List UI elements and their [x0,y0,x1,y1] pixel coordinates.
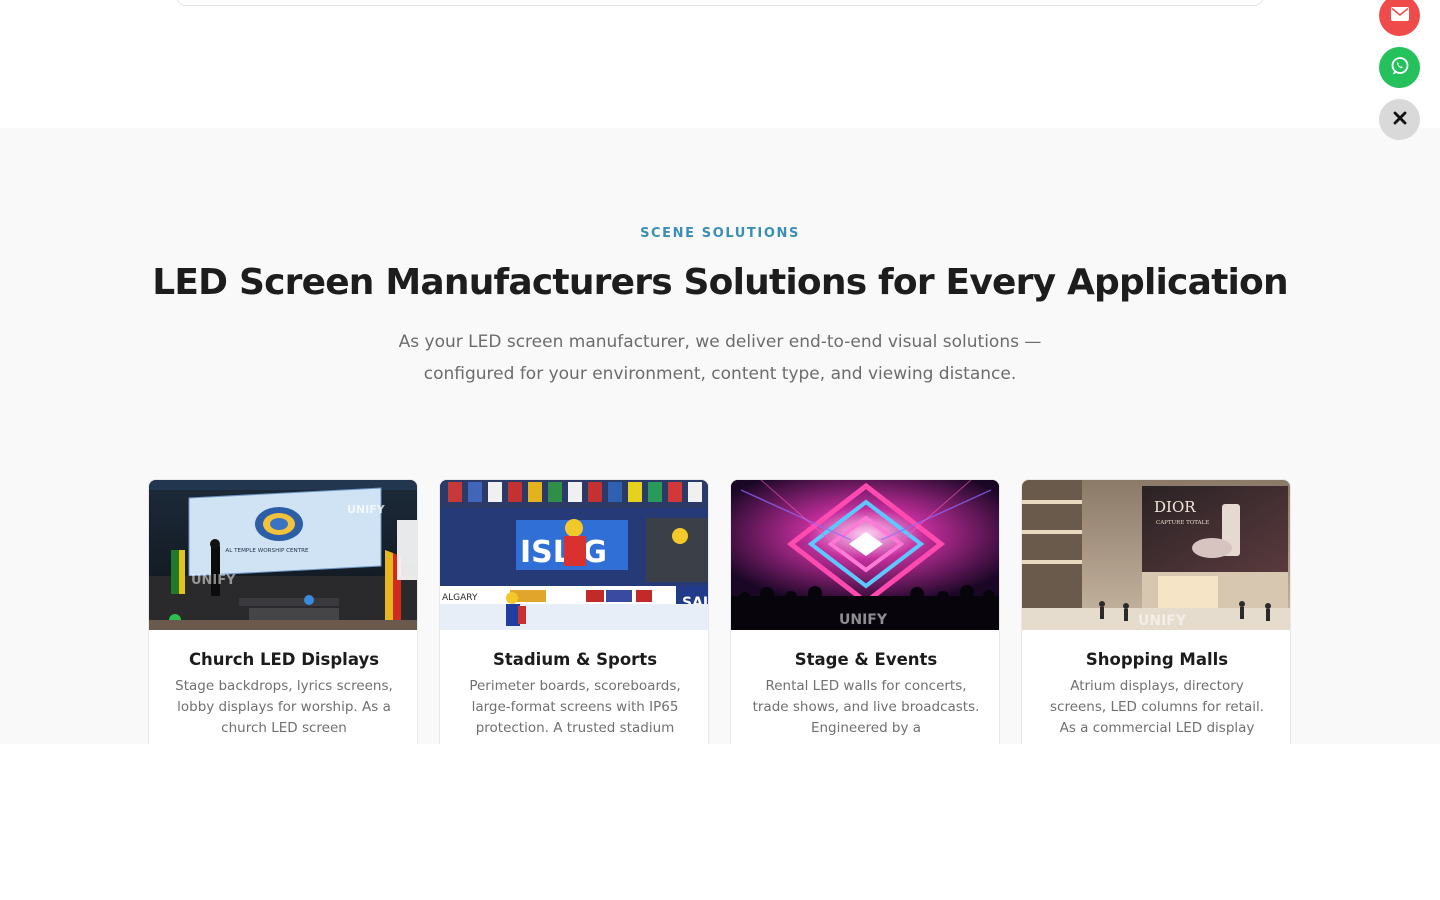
ice-rink-photo: ISL G ALGARY SAI [440,480,708,630]
previous-card-edge [176,0,1264,6]
section-title: LED Screen Manufacturers Solutions for E… [152,262,1288,303]
close-button[interactable] [1379,99,1420,140]
card-title: Stadium & Sports [492,650,658,669]
below-fold-area [0,744,1440,900]
mall-atrium-photo: DIOR CAPTURE TOTALE UNIFY [1022,480,1290,630]
scene-solutions-section: SCENE SOLUTIONS LED Screen Manufacturers… [0,128,1440,744]
mall-screen-subcaption: CAPTURE TOTALE [1156,520,1209,526]
card-description: Atrium displays, directory screens, LED … [1049,678,1265,736]
section-eyebrow: SCENE SOLUTIONS [640,226,800,241]
solution-card-church[interactable]: AL TEMPLE WORSHIP CENTRE UNIFY UNIFY Chu… [148,479,418,744]
card-description: Stage backdrops, lyrics screens, lobby d… [175,678,393,736]
stadium-banner-caption: ALGARY [442,593,478,603]
card-title: Shopping Malls [1085,650,1229,669]
card-title: Church LED Displays [188,650,380,669]
solution-card-shopping-malls[interactable]: DIOR CAPTURE TOTALE UNIFY Shopping Malls… [1021,479,1291,744]
concert-stage-photo: UNIFY [731,480,999,630]
whatsapp-icon [1390,56,1410,80]
church-screen-watermark: UNIFY [347,503,386,516]
card-description: Rental LED walls for concerts, trade sho… [752,678,980,736]
church-screen-caption: AL TEMPLE WORSHIP CENTRE [225,548,309,554]
solution-card-stadium[interactable]: ISL G ALGARY SAI Stadium & Sports Perime… [439,479,709,744]
solution-card-stage-events[interactable]: UNIFY Stage & Events Rental LED walls fo… [730,479,1000,744]
card-description: Perimeter boards, scoreboards, large-for… [469,678,681,736]
mall-screen-caption: DIOR [1154,498,1196,516]
mall-watermark: UNIFY [1138,613,1187,629]
close-icon [1393,110,1407,129]
top-area [0,0,1440,128]
envelope-icon [1390,6,1409,25]
card-title: Stage & Events [794,650,938,669]
church-watermark: UNIFY [191,573,236,588]
stage-watermark: UNIFY [839,612,888,628]
solutions-grid: AL TEMPLE WORSHIP CENTRE UNIFY UNIFY Chu… [148,479,1292,744]
church-stage-photo: AL TEMPLE WORSHIP CENTRE UNIFY UNIFY [149,480,417,630]
whatsapp-button[interactable] [1379,47,1420,88]
section-subtitle: As your LED screen manufacturer, we deli… [398,332,1042,384]
stadium-screen-caption: ISL G [520,535,607,570]
